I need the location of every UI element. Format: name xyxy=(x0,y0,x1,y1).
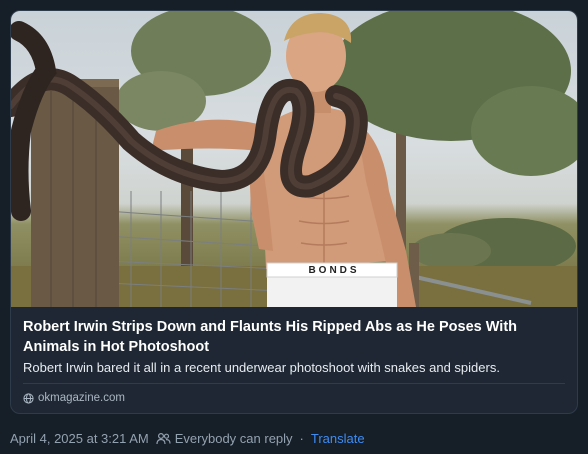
link-preview-body[interactable]: Robert Irwin Strips Down and Flaunts His… xyxy=(11,307,577,413)
link-domain-text: okmagazine.com xyxy=(38,392,125,404)
meta-separator: · xyxy=(299,430,304,446)
article-description: Robert Irwin bared it all in a recent un… xyxy=(23,360,500,375)
post-timestamp[interactable]: April 4, 2025 at 3:21 AM xyxy=(10,431,149,446)
article-image[interactable]: BONDS xyxy=(11,11,577,307)
underwear-brand-text: BONDS xyxy=(308,265,360,276)
translate-link[interactable]: Translate xyxy=(311,431,365,446)
link-domain[interactable]: okmagazine.com xyxy=(23,391,125,405)
post-meta: April 4, 2025 at 3:21 AM Everybody can r… xyxy=(10,429,365,447)
link-preview-card[interactable]: BONDS Robert Irwin Strips Down and Flaun… xyxy=(10,10,578,414)
card-divider xyxy=(23,383,565,384)
photo-illustration xyxy=(11,11,577,307)
globe-icon xyxy=(23,392,34,404)
people-icon xyxy=(156,432,171,445)
article-headline[interactable]: Robert Irwin Strips Down and Flaunts His… xyxy=(23,317,563,357)
reply-setting: Everybody can reply xyxy=(156,431,293,446)
reply-setting-text: Everybody can reply xyxy=(174,430,293,446)
